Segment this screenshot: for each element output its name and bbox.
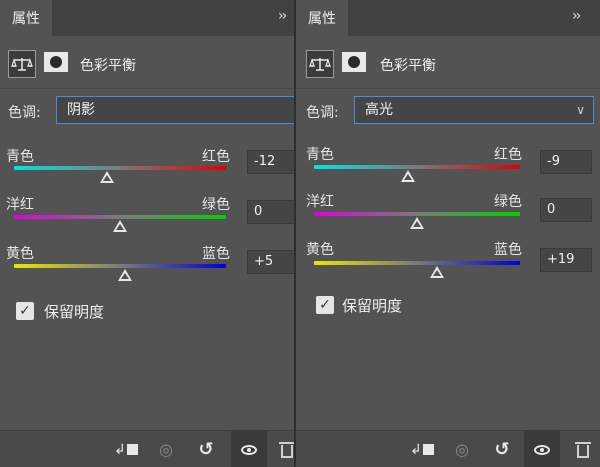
balance-scale-icon[interactable]	[8, 50, 36, 78]
reset-button[interactable]: ↺	[190, 431, 222, 467]
panel-footer: ↲ ◎ ↺	[296, 430, 600, 467]
tone-select[interactable]: 高光 ∨	[354, 96, 594, 124]
tab-properties[interactable]: 属性	[0, 0, 52, 36]
divider	[296, 88, 600, 89]
slider-right-label: 红色	[494, 147, 522, 163]
cyan-red-value[interactable]: -9	[540, 150, 592, 174]
cyan-red-value[interactable]: -12	[247, 150, 299, 174]
preserve-luminosity-label: 保留明度	[342, 297, 403, 315]
magenta-green-track[interactable]	[14, 215, 226, 219]
toggle-visibility-button[interactable]	[524, 431, 560, 467]
trash-icon	[575, 441, 591, 458]
preserve-luminosity-checkbox[interactable]: ✓	[16, 302, 34, 320]
tone-select-value: 阴影	[67, 102, 95, 118]
slider-left-label: 黄色	[6, 246, 34, 262]
reset-button[interactable]: ↺	[486, 431, 518, 467]
view-previous-state-icon: ◎	[455, 440, 469, 459]
slider-left-label: 洋红	[306, 194, 334, 210]
tone-label: 色调:	[306, 105, 339, 121]
delete-button[interactable]	[568, 431, 598, 467]
slider-right-label: 绿色	[494, 194, 522, 210]
cyan-red-thumb[interactable]	[100, 171, 115, 183]
divider	[0, 88, 300, 89]
properties-panel-highlights: 属性 ›› 色彩平衡 色调: 高光 ∨ 青色 红色 -9 洋红 绿色 0 黄色 …	[294, 0, 600, 467]
panel-header: 属性 ››	[296, 0, 600, 36]
collapse-panel-button[interactable]: ››	[572, 8, 581, 24]
slider-left-label: 青色	[306, 147, 334, 163]
adjustment-title-row: 色彩平衡	[0, 36, 300, 88]
tone-label: 色调:	[8, 105, 41, 121]
reset-icon: ↺	[494, 439, 510, 460]
view-previous-state-button[interactable]: ◎	[446, 431, 478, 467]
slider-left-label: 青色	[6, 149, 34, 165]
yellow-blue-thumb[interactable]	[429, 266, 444, 278]
clip-to-layer-icon: ↲	[114, 442, 138, 458]
magenta-green-track[interactable]	[314, 212, 520, 216]
slider-left-label: 洋红	[6, 197, 34, 213]
magenta-green-value[interactable]: 0	[540, 198, 592, 222]
cyan-red-track[interactable]	[314, 165, 520, 169]
slider-right-label: 蓝色	[494, 242, 522, 258]
balance-scale-icon[interactable]	[306, 50, 334, 78]
properties-panel-shadows: 属性 ›› 色彩平衡 色调: 阴影 青色 红色 -12 洋红 绿色 0 黄色 蓝…	[0, 0, 300, 467]
magenta-green-value[interactable]: 0	[247, 200, 299, 224]
yellow-blue-thumb[interactable]	[118, 269, 133, 281]
tone-select[interactable]: 阴影	[56, 96, 300, 124]
cyan-red-thumb[interactable]	[400, 170, 415, 182]
magenta-green-thumb[interactable]	[113, 220, 127, 232]
slider-right-label: 绿色	[202, 197, 230, 213]
cyan-red-track[interactable]	[14, 166, 226, 170]
collapse-panel-button[interactable]: ››	[278, 8, 287, 24]
chevron-down-icon: ∨	[576, 103, 585, 117]
yellow-blue-track[interactable]	[14, 264, 226, 268]
yellow-blue-value[interactable]: +19	[540, 248, 592, 272]
view-previous-state-button[interactable]: ◎	[150, 431, 182, 467]
eye-icon	[534, 444, 550, 455]
toggle-visibility-button[interactable]	[231, 431, 267, 467]
panel-header: 属性 ››	[0, 0, 300, 36]
slider-left-label: 黄色	[306, 242, 334, 258]
tab-properties[interactable]: 属性	[296, 0, 348, 36]
slider-right-label: 蓝色	[202, 246, 230, 262]
tone-select-value: 高光	[365, 102, 393, 118]
adjustment-title: 色彩平衡	[80, 58, 136, 74]
view-previous-state-icon: ◎	[159, 440, 173, 459]
panel-footer: ↲ ◎ ↺	[0, 430, 300, 467]
adjustment-title-row: 色彩平衡	[296, 36, 600, 88]
preserve-luminosity-checkbox[interactable]: ✓	[316, 296, 334, 314]
clip-to-layer-button[interactable]: ↲	[406, 431, 438, 467]
layer-mask-icon[interactable]	[342, 52, 366, 72]
clip-to-layer-icon: ↲	[410, 442, 434, 458]
trash-icon	[279, 441, 295, 458]
eye-icon	[241, 444, 257, 455]
preserve-luminosity-label: 保留明度	[44, 303, 105, 321]
clip-to-layer-button[interactable]: ↲	[110, 431, 142, 467]
reset-icon: ↺	[198, 439, 214, 460]
magenta-green-thumb[interactable]	[410, 217, 424, 229]
yellow-blue-track[interactable]	[314, 261, 520, 265]
adjustment-title: 色彩平衡	[380, 58, 436, 74]
slider-right-label: 红色	[202, 149, 230, 165]
layer-mask-icon[interactable]	[44, 52, 68, 72]
yellow-blue-value[interactable]: +5	[247, 250, 299, 274]
